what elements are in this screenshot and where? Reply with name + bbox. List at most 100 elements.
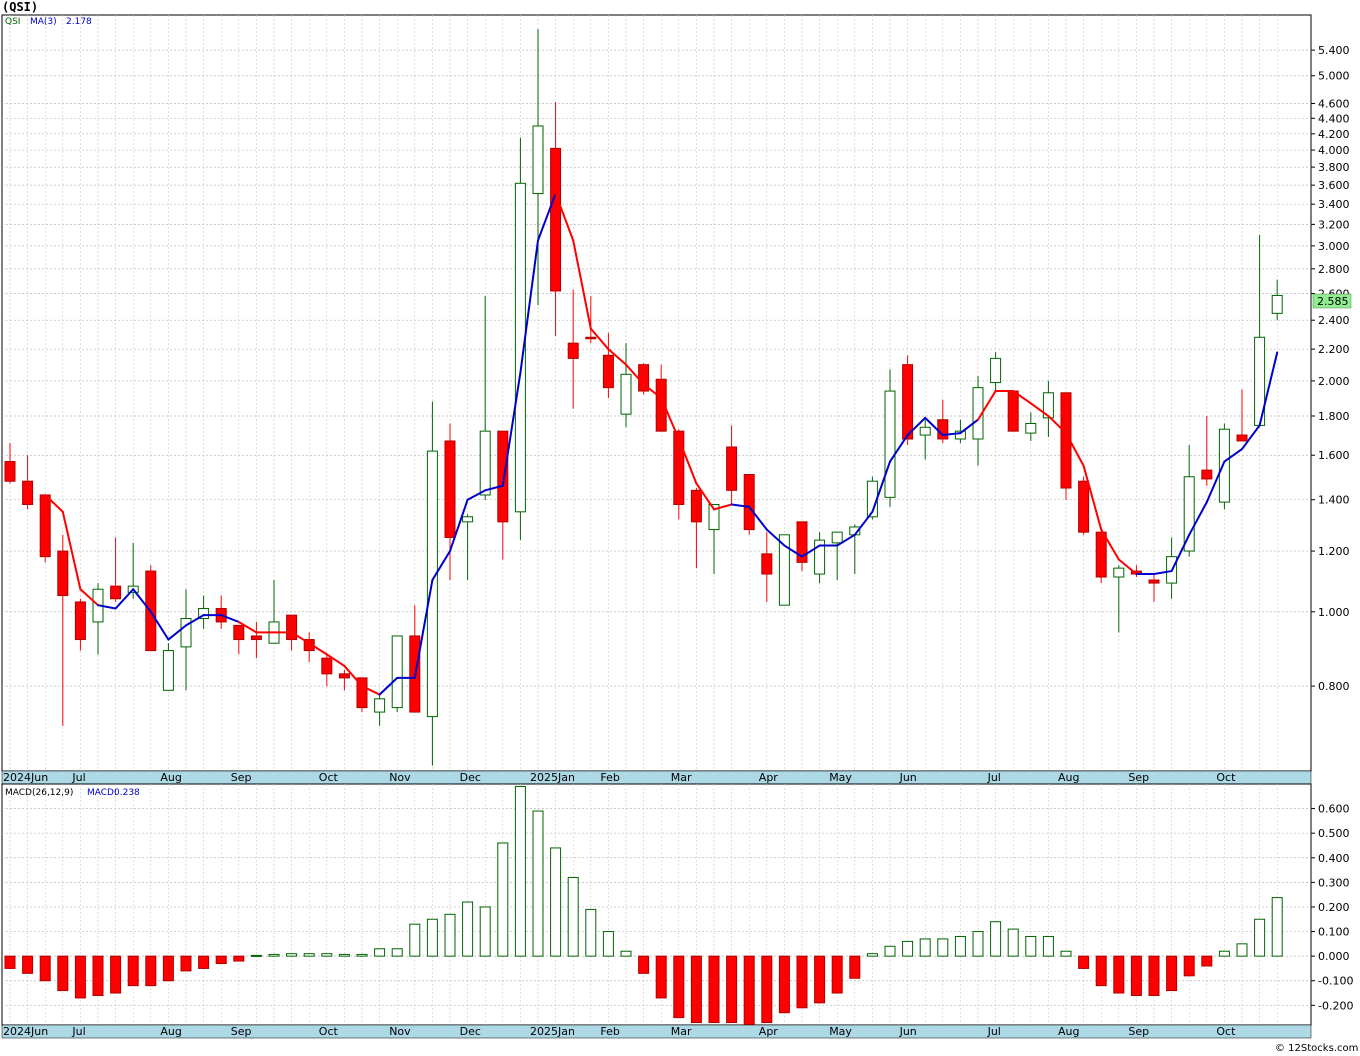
legend-ma-name: MA(3) <box>30 17 57 27</box>
legend-ma-value: 2.178 <box>66 17 92 27</box>
macd-bar <box>162 955 174 982</box>
macd-bar <box>866 953 878 957</box>
price-tick-label: 4.400 <box>1318 112 1350 125</box>
macd-bar <box>462 901 474 957</box>
candle-body <box>902 364 914 440</box>
x-axis-month-label: Oct <box>1216 1025 1236 1038</box>
macd-bar <box>954 935 966 957</box>
x-axis-month-label: Jul <box>71 771 85 784</box>
price-tick-label: 3.000 <box>1318 240 1350 253</box>
macd-bar <box>708 955 720 1024</box>
candle-body <box>57 550 69 597</box>
price-tick-label: 0.800 <box>1318 680 1350 693</box>
macd-bar <box>22 955 34 974</box>
macd-bar <box>391 948 403 957</box>
candle-body <box>602 354 614 389</box>
macd-bar <box>567 876 579 957</box>
macd-bar <box>1060 950 1072 957</box>
price-tick-label: 3.800 <box>1318 161 1350 174</box>
x-axis-month-label: Mar <box>671 771 692 784</box>
legend-macd-name: MACD(26,12,9) <box>5 788 73 798</box>
macd-bar <box>1095 955 1107 987</box>
macd-tick-label: 0.500 <box>1318 827 1350 840</box>
price-panel: 0.800 1.000 1.200 1.400 1.600 1.800 2.000 2.200… <box>1 14 1352 785</box>
macd-bar <box>778 955 790 1014</box>
macd-bar <box>180 955 192 972</box>
macd-bar <box>215 955 227 965</box>
x-axis-month-label: Oct <box>319 1025 339 1038</box>
macd-tick-label: 0.300 <box>1318 876 1350 889</box>
macd-bar <box>127 955 139 987</box>
price-tick-label: 2.400 <box>1318 314 1350 327</box>
macd-tick-label: 0.000 <box>1318 950 1350 963</box>
macd-bar <box>444 913 456 957</box>
last-price-badge: 2.585 <box>1312 293 1352 309</box>
macd-bar <box>409 923 421 957</box>
x-axis-month-label: May <box>829 771 852 784</box>
x-axis-month-label: 2025Jan <box>530 771 575 784</box>
candle-body <box>937 419 949 440</box>
macd-bar <box>374 948 386 957</box>
candle-body <box>550 147 562 292</box>
candle-body <box>919 426 931 436</box>
price-tick-label: 1.200 <box>1318 545 1350 558</box>
candle-body <box>250 635 262 641</box>
macd-bar <box>796 955 808 1009</box>
x-axis-month-label: Dec <box>460 1025 481 1038</box>
macd-bar <box>1130 955 1142 996</box>
candle-body <box>726 446 738 491</box>
candle-body <box>110 585 122 600</box>
candle-body <box>990 357 1002 384</box>
price-tick-label: 1.600 <box>1318 449 1350 462</box>
x-axis-month-label: Nov <box>389 771 411 784</box>
candle <box>1218 423 1230 510</box>
candle-body <box>1007 390 1019 432</box>
x-axis-month-label: Sep <box>231 771 252 784</box>
x-axis-month-label: Feb <box>600 1025 619 1038</box>
macd-bar <box>673 955 685 1019</box>
candle-body <box>1148 579 1160 584</box>
x-axis-month-label: Jul <box>71 1025 85 1038</box>
price-tick-label: 2.200 <box>1318 343 1350 356</box>
macd-bar <box>1236 943 1248 957</box>
ticker-title: (QSI) <box>2 0 38 14</box>
candle <box>1007 390 1019 432</box>
candle-body <box>22 480 34 506</box>
macd-bar <box>1218 950 1230 957</box>
price-tick-label: 3.200 <box>1318 218 1350 231</box>
macd-bar <box>426 918 438 957</box>
macd-bar <box>761 955 773 1024</box>
macd-bar <box>268 953 280 957</box>
macd-bar <box>972 931 984 957</box>
macd-bar <box>1183 955 1195 977</box>
x-axis-month-label: Oct <box>319 771 339 784</box>
x-axis-month-label: Oct <box>1216 771 1236 784</box>
macd-bar <box>585 908 597 957</box>
x-axis-month-label: Sep <box>1128 771 1149 784</box>
candle-body <box>1095 531 1107 578</box>
macd-bar <box>1042 935 1054 957</box>
candle <box>638 363 650 395</box>
candle-body <box>1025 422 1037 434</box>
x-axis-month-label: 2024Jun <box>3 1025 48 1038</box>
candle-body <box>1201 469 1213 480</box>
candle-body <box>391 635 403 709</box>
macd-y-axis: -0.200 -0.100 0.000 0.100 0.200 0.300 0.400 0.5… <box>1311 803 1353 1012</box>
macd-bar <box>690 955 702 1024</box>
footer-credit: © 12Stocks.com <box>1275 1043 1358 1054</box>
macd-tick-label: -0.100 <box>1318 975 1353 988</box>
candle <box>743 474 755 535</box>
candle-body <box>162 650 174 691</box>
price-tick-label: 1.000 <box>1318 606 1350 619</box>
price-tick-label: 4.200 <box>1318 128 1350 141</box>
x-axis-month-label: Nov <box>389 1025 411 1038</box>
macd-bar <box>1271 897 1283 957</box>
candle-body <box>462 516 474 523</box>
candle <box>391 635 403 713</box>
candle-body <box>761 553 773 575</box>
macd-tick-label: -0.200 <box>1318 999 1353 1012</box>
macd-bar <box>1113 955 1125 994</box>
x-axis-month-label: Apr <box>759 771 779 784</box>
candle-body <box>1271 294 1283 314</box>
price-tick-label: 1.400 <box>1318 494 1350 507</box>
